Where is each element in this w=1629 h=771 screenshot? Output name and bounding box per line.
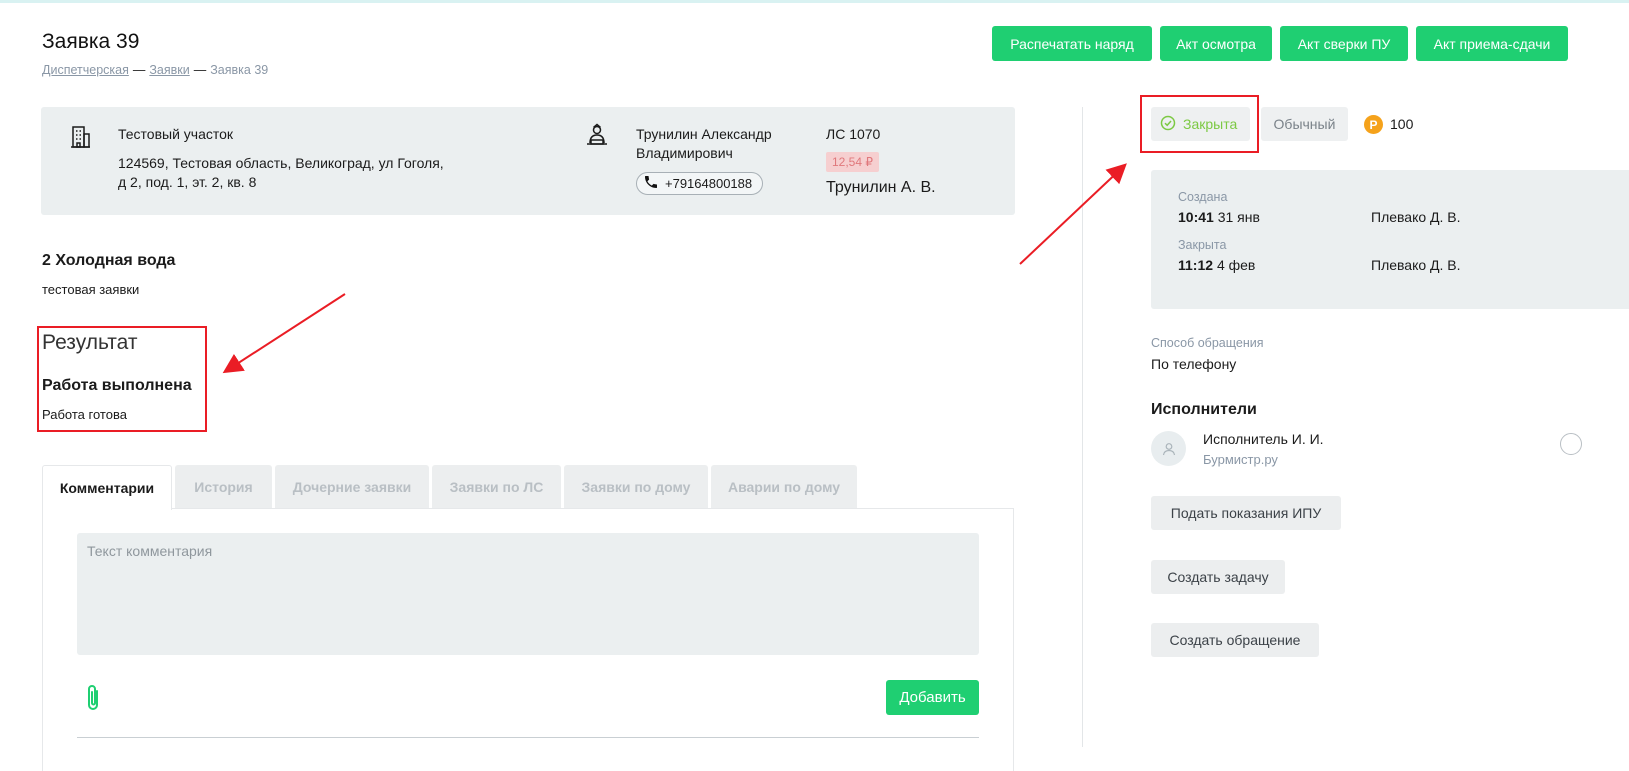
contact-method-label: Способ обращения [1151,336,1264,350]
phone-icon [643,174,659,193]
account-number: ЛС 1070 [826,126,881,142]
tab-house-emergencies[interactable]: Аварии по дому [711,465,857,509]
created-datetime: 10:41 31 янв [1178,209,1260,225]
submit-meter-readings-button[interactable]: Подать показания ИПУ [1151,496,1341,530]
tab-child-requests[interactable]: Дочерние заявки [275,465,429,509]
result-heading: Результат [42,331,138,354]
tab-account-requests[interactable]: Заявки по ЛС [432,465,561,509]
points-value: 100 [1390,116,1414,132]
create-task-button[interactable]: Создать задачу [1151,560,1285,594]
created-label: Создана [1178,190,1228,204]
resident-name-line-1: Трунилин Александр [636,126,772,142]
result-status: Работа выполнена [42,377,192,394]
executor-name: Исполнитель И. И. [1203,431,1324,447]
breadcrumb: Диспетчерская — Заявки — Заявка 39 [42,63,269,77]
meter-reconciliation-act-button[interactable]: Акт сверки ПУ [1280,26,1408,61]
executor-org: Бурмистр.ру [1203,452,1278,467]
building-icon [68,125,92,154]
arrow-to-result [222,293,346,374]
inspection-act-button[interactable]: Акт осмотра [1160,26,1272,61]
status-badge[interactable]: Закрыта [1151,107,1250,141]
top-accent-line [0,0,1629,3]
tab-comments[interactable]: Комментарии [42,465,172,510]
tab-history[interactable]: История [175,465,272,509]
breadcrumb-dispatch-link[interactable]: Диспетчерская [42,63,129,77]
closed-label: Закрыта [1178,238,1227,252]
panel-divider [77,737,979,738]
status-text: Закрыта [1183,116,1238,132]
closed-datetime: 11:12 4 фев [1178,257,1256,273]
service-title: 2 Холодная вода [42,252,176,269]
paperclip-icon[interactable] [82,682,106,714]
resident-name-line-2: Владимирович [636,145,733,161]
comment-input[interactable] [77,533,979,655]
contact-method-value: По телефону [1151,356,1237,372]
add-comment-button[interactable]: Добавить [886,680,979,715]
owner-short-name: Трунилин А. В. [826,179,936,196]
avatar [1151,431,1186,466]
phone-number: +79164800188 [665,176,753,191]
debt-badge: 12,54 ₽ [826,152,879,172]
phone-chip[interactable]: +79164800188 [636,172,764,195]
tab-house-requests[interactable]: Заявки по дому [564,465,708,509]
person-icon [585,123,609,154]
priority-badge[interactable]: Обычный [1261,107,1348,141]
executors-title: Исполнители [1151,401,1257,418]
request-info-panel: Тестовый участок 124569, Тестовая област… [41,107,1015,215]
request-description: тестовая заявки [42,282,140,297]
arrow-to-status [1019,163,1127,265]
site-name: Тестовый участок [118,126,234,142]
breadcrumb-current: Заявка 39 [210,63,269,77]
address-line-2: д 2, под. 1, эт. 2, кв. 8 [118,174,257,190]
created-by: Плевако Д. В. [1371,209,1461,225]
acceptance-act-button[interactable]: Акт приема-сдачи [1416,26,1568,61]
result-description: Работа готова [42,407,127,422]
page-title: Заявка 39 [42,30,140,53]
ruble-coin-icon: Р [1364,115,1383,134]
print-order-button[interactable]: Распечатать наряд [992,26,1152,61]
create-appeal-button[interactable]: Создать обращение [1151,623,1319,657]
executor-action-icon[interactable] [1560,433,1582,455]
check-circle-icon [1160,115,1176,134]
closed-by: Плевако Д. В. [1371,257,1461,273]
breadcrumb-requests-link[interactable]: Заявки [149,63,189,77]
address-line-1: 124569, Тестовая область, Великоград, ул… [118,155,444,171]
column-divider [1082,107,1083,747]
